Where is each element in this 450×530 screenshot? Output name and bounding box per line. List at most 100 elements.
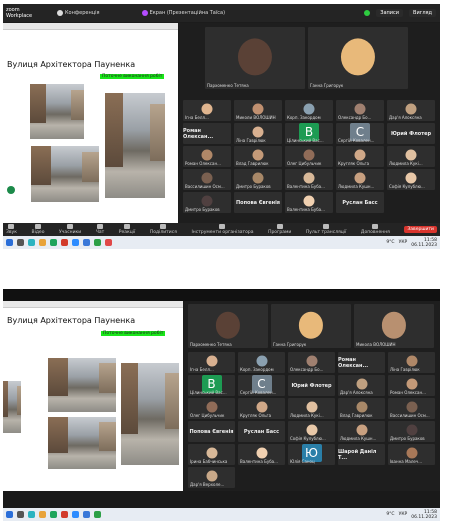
windows-start-icon[interactable] xyxy=(6,239,13,246)
app-icon[interactable] xyxy=(105,239,112,246)
toolbar-item[interactable]: Програми xyxy=(268,224,291,235)
app-icon[interactable] xyxy=(83,239,90,246)
excel-icon[interactable] xyxy=(94,511,101,518)
participant-tile[interactable]: Ганна Григорук xyxy=(271,304,351,348)
participant-tile[interactable]: Роман Олексан... xyxy=(183,123,231,144)
participant-tile[interactable]: Ліна Гаврілюк xyxy=(234,123,282,144)
recording-button[interactable]: Записи xyxy=(376,9,404,17)
participant-tile[interactable]: В Цілинський Вас... xyxy=(188,375,235,396)
participant-tile[interactable]: Шарой Даніл Т... xyxy=(338,444,385,465)
zoom-icon[interactable] xyxy=(72,239,79,246)
participant-tile[interactable]: Попова Євгенія xyxy=(188,421,235,442)
participant-tile[interactable]: Валентина Буба... xyxy=(285,192,333,213)
screen-share-tab[interactable]: Екран (Презентаційна Таїса) xyxy=(141,10,225,16)
participant-tile[interactable]: Вассилишин Осм... xyxy=(183,169,231,190)
participant-name: Попова Євгенія xyxy=(189,428,234,435)
search-icon[interactable] xyxy=(17,511,24,518)
chrome-icon[interactable] xyxy=(61,239,68,246)
participant-tile[interactable]: Олександр Бо... xyxy=(336,100,384,121)
participant-tile[interactable]: Дар'я Верхоле... xyxy=(188,467,235,488)
participant-tile[interactable]: Корп. Закордом xyxy=(285,100,333,121)
participant-tile[interactable]: Олег Цибульчик xyxy=(285,146,333,167)
conference-tab[interactable]: Конференція xyxy=(57,10,100,16)
language-indicator[interactable]: УКР xyxy=(399,240,408,245)
toolbar-item[interactable]: Інструменти організатора xyxy=(191,224,254,235)
language-indicator[interactable]: УКР xyxy=(399,512,408,517)
folder-icon[interactable] xyxy=(39,511,46,518)
participant-tile[interactable]: Руслан Басс xyxy=(336,192,384,213)
participant-tile[interactable]: Людмила Кукі... xyxy=(387,146,435,167)
toolbar-icon xyxy=(96,224,103,229)
participant-tile[interactable]: Софія Кулублю... xyxy=(387,169,435,190)
participant-tile[interactable]: Ганна Григорук xyxy=(308,27,408,89)
participant-tile[interactable]: Влад Гаврилюк xyxy=(234,146,282,167)
participant-tile[interactable]: С Сергій Ковален... xyxy=(238,375,285,396)
app-icon[interactable] xyxy=(28,511,35,518)
participant-tile[interactable]: Юрий Флотер xyxy=(387,123,435,144)
participant-tile[interactable]: Дар'я Алоксяна xyxy=(338,375,385,396)
participant-tile[interactable]: Валентина Буба... xyxy=(238,444,285,465)
participant-tile[interactable]: Миколи ВОЛОШИН xyxy=(234,100,282,121)
participant-tile[interactable]: Роман Олексан... xyxy=(338,352,385,373)
chrome-icon[interactable] xyxy=(61,511,68,518)
participant-tile[interactable]: Олег Цибульчик xyxy=(188,398,235,419)
view-button[interactable]: Вигляд xyxy=(409,9,436,17)
toolbar-label: Відео xyxy=(31,230,45,235)
participant-tile[interactable]: Дмитро Бураков xyxy=(183,192,231,213)
participant-tile[interactable]: Людмила Кукі... xyxy=(288,398,335,419)
participant-tile[interactable]: Микола ВОЛОШИН xyxy=(354,304,434,348)
zoom-icon[interactable] xyxy=(72,511,79,518)
participant-tile[interactable]: Дмитро Бураков xyxy=(234,169,282,190)
participant-tile[interactable]: Софія Кулублю... xyxy=(288,421,335,442)
toolbar-item[interactable]: Поділитися xyxy=(150,224,177,235)
folder-icon[interactable] xyxy=(39,239,46,246)
participant-name: Ліна Гаврілюк xyxy=(390,367,420,372)
participant-tile[interactable]: С Сергій Ковален... xyxy=(336,123,384,144)
participant-tile[interactable]: Роман Олексан... xyxy=(183,146,231,167)
next-slide-icon[interactable] xyxy=(7,186,15,194)
participant-tile[interactable]: Пархоменко Тетяна xyxy=(188,304,268,348)
participant-tile[interactable]: Людмила Кушн... xyxy=(338,421,385,442)
participant-tile[interactable]: Ігна Белл... xyxy=(188,352,235,373)
app-icon[interactable] xyxy=(28,239,35,246)
participant-tile[interactable]: Руслан Басс xyxy=(238,421,285,442)
toolbar-item[interactable]: Звук xyxy=(6,224,17,235)
participant-name: Цілинський Вас... xyxy=(190,390,227,395)
participant-tile[interactable]: Дар'я Алоксяна xyxy=(387,100,435,121)
participant-tile[interactable]: Ігна Белл... xyxy=(183,100,231,121)
participant-tile[interactable]: Іванна Малеч... xyxy=(388,444,435,465)
toolbar-item[interactable]: Відео xyxy=(31,224,44,235)
participant-name: Дмитро Бураков xyxy=(390,436,425,441)
whatsapp-icon[interactable] xyxy=(50,239,57,246)
windows-start-icon[interactable] xyxy=(6,511,13,518)
participant-video xyxy=(405,172,417,184)
search-icon[interactable] xyxy=(17,239,24,246)
participant-tile[interactable]: Ю Юлія Саноц xyxy=(288,444,335,465)
participant-tile[interactable]: Влад Гаврилюк xyxy=(338,398,385,419)
excel-icon[interactable] xyxy=(94,239,101,246)
participant-tile[interactable]: Юрий Флотер xyxy=(288,375,335,396)
participant-video xyxy=(252,103,264,115)
participant-tile[interactable]: Вассилишин Осм... xyxy=(388,398,435,419)
whatsapp-icon[interactable] xyxy=(50,511,57,518)
app-icon[interactable] xyxy=(83,511,90,518)
participant-tile[interactable]: Людмила Кушн... xyxy=(336,169,384,190)
participant-tile[interactable]: Валентина Буба... xyxy=(285,169,333,190)
participant-tile[interactable]: Попова Євгенія xyxy=(234,192,282,213)
participant-tile[interactable]: Ліна Гаврілюк xyxy=(388,352,435,373)
participant-tile[interactable]: Роман Олексан... xyxy=(388,375,435,396)
toolbar-item[interactable]: Чат xyxy=(96,224,104,235)
toolbar-item[interactable]: Доповнення xyxy=(361,224,390,235)
participant-tile[interactable]: В Цілинський Вас... xyxy=(285,123,333,144)
participant-tile[interactable]: Кругляк Ольга xyxy=(238,398,285,419)
participant-tile[interactable]: Кругляк Ольга xyxy=(336,146,384,167)
participant-tile[interactable]: Олександр Бо... xyxy=(288,352,335,373)
toolbar-item[interactable]: Завершити xyxy=(404,226,437,233)
participant-tile[interactable]: Корп. Закордом xyxy=(238,352,285,373)
participant-tile[interactable]: Дмитро Бураков xyxy=(388,421,435,442)
participant-tile[interactable]: Пархоменко Тетяна xyxy=(205,27,305,89)
participant-tile[interactable]: Ірина Бабчинська xyxy=(188,444,235,465)
toolbar-item[interactable]: Реакції xyxy=(119,224,135,235)
toolbar-item[interactable]: Учасники xyxy=(59,224,81,235)
toolbar-item[interactable]: Пульт трансляції xyxy=(306,224,346,235)
